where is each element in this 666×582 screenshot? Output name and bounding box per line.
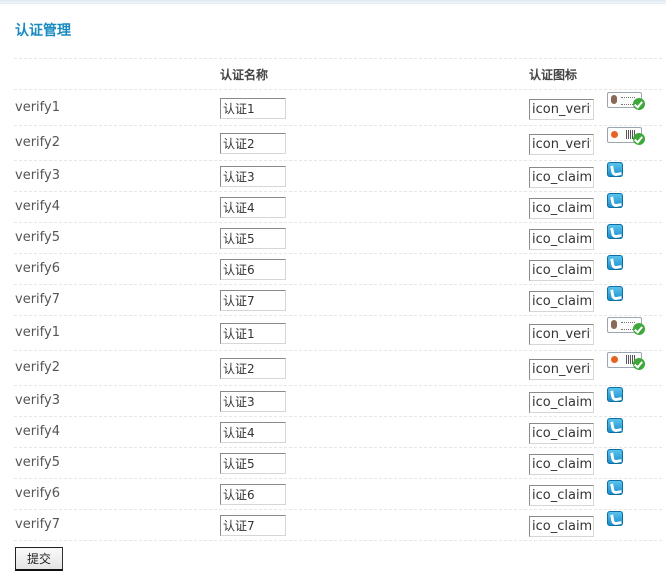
table-row: verify4 [14,191,662,223]
verify-name-input[interactable] [220,98,286,119]
verify-icon-input[interactable] [529,229,594,250]
phone-icon [607,162,623,177]
verify-icon-input[interactable] [529,260,594,281]
verify-name-input[interactable] [220,259,286,280]
verify-name-input[interactable] [220,290,286,311]
verify-icon-input[interactable] [529,291,594,312]
page-title: 认证管理 [15,23,71,39]
verify-key: verify5 [15,230,60,245]
verify-name-input[interactable] [220,358,286,379]
verify-key: verify4 [15,424,60,439]
id-card-icon [607,92,645,110]
business-license-icon [607,127,645,145]
table-row: verify6 [14,253,662,285]
verify-name-input[interactable] [220,453,286,474]
verify-name-input[interactable] [220,391,286,412]
verify-name-input[interactable] [220,323,286,344]
verify-icon-input[interactable] [529,516,594,537]
table-row: verify3 [14,160,662,192]
verify-key: verify6 [15,261,60,276]
column-header-name: 认证名称 [220,68,269,82]
verify-name-input[interactable] [220,484,286,505]
table-row: verify2 [14,125,662,161]
table-row: verify6 [14,478,662,510]
verify-icon-input[interactable] [529,454,594,475]
verify-name-input[interactable] [220,228,286,249]
verify-name-input[interactable] [220,133,286,154]
verify-icon-input[interactable] [529,359,594,380]
verify-icon-input[interactable] [529,167,594,188]
table-row: verify5 [14,222,662,254]
verify-name-input[interactable] [220,197,286,218]
verify-icon-input[interactable] [529,99,594,120]
id-card-icon [607,317,645,335]
table-row: verify2 [14,350,662,386]
phone-icon [607,193,623,208]
verify-icon-input[interactable] [529,198,594,219]
phone-icon [607,480,623,495]
verify-icon-input[interactable] [529,134,594,155]
verify-key: verify2 [15,360,60,375]
verify-icon-input[interactable] [529,392,594,413]
divider [14,58,662,59]
phone-icon [607,418,623,433]
top-border [0,0,666,4]
verify-name-input[interactable] [220,166,286,187]
column-header-icon: 认证图标 [529,68,578,82]
verify-key: verify5 [15,455,60,470]
verify-key: verify4 [15,199,60,214]
phone-icon [607,387,623,402]
submit-button[interactable]: 提交 [15,547,63,571]
business-license-icon [607,352,645,370]
verify-key: verify1 [15,325,60,340]
verify-key: verify3 [15,393,60,408]
table-row: verify4 [14,416,662,448]
verify-key: verify7 [15,517,60,532]
verify-key: verify6 [15,486,60,501]
table-row: verify1 [14,315,662,351]
table-row: verify7 [14,509,662,541]
table-row: verify7 [14,284,662,316]
verify-name-input[interactable] [220,515,286,536]
phone-icon [607,511,623,526]
phone-icon [607,255,623,270]
table-row: verify5 [14,447,662,479]
verify-name-input[interactable] [220,422,286,443]
phone-icon [607,449,623,464]
verify-key: verify2 [15,135,60,150]
verify-icon-input[interactable] [529,324,594,345]
table-row: verify1 [14,90,662,126]
verify-icon-input[interactable] [529,423,594,444]
verify-key: verify7 [15,292,60,307]
table-row: verify3 [14,385,662,417]
verify-key: verify1 [15,100,60,115]
phone-icon [607,224,623,239]
verify-key: verify3 [15,168,60,183]
verify-icon-input[interactable] [529,485,594,506]
phone-icon [607,286,623,301]
